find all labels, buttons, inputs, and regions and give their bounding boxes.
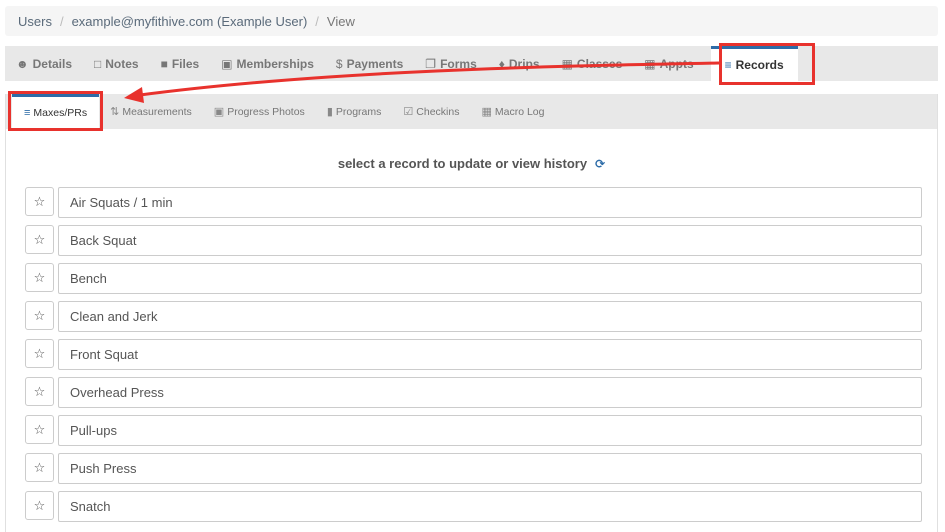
subtab-measurements[interactable]: ⇅ Measurements — [99, 94, 203, 129]
breadcrumb-current: View — [326, 13, 355, 29]
record-button[interactable]: Back Squat — [58, 225, 922, 256]
calendar-icon: ▦ — [481, 106, 492, 118]
subtab-maxes-prs[interactable]: ≡ Maxes/PRs — [12, 94, 100, 129]
tab-details[interactable]: ☻ Details — [5, 46, 83, 81]
breadcrumb-user[interactable]: example@myfithive.com (Example User) — [72, 14, 308, 29]
breadcrumb-separator: / — [59, 13, 64, 29]
list-item: ☆ Back Squat — [25, 225, 922, 256]
record-button[interactable]: Air Squats / 1 min — [58, 187, 922, 218]
star-icon: ☆ — [33, 193, 46, 209]
tab-notes[interactable]: □ Notes — [83, 46, 150, 81]
tab-payments[interactable]: $ Payments — [325, 46, 414, 81]
star-icon: ☆ — [33, 231, 46, 247]
tab-records[interactable]: ≡ Records — [710, 46, 798, 81]
star-button[interactable]: ☆ — [25, 301, 54, 330]
list-item: ☆ Overhead Press — [25, 377, 922, 408]
drop-icon: ♦ — [498, 56, 505, 71]
record-button[interactable]: Snatch — [58, 491, 922, 522]
list-item: ☆ Bench — [25, 263, 922, 294]
refresh-icon[interactable]: ⟳ — [595, 157, 605, 171]
user-circle-icon: ☻ — [16, 56, 29, 71]
list-item: ☆ Pull-ups — [25, 415, 922, 446]
list-ol-icon: ≡ — [724, 58, 732, 72]
record-button[interactable]: Clean and Jerk — [58, 301, 922, 332]
record-button[interactable]: Push Press — [58, 453, 922, 484]
star-button[interactable]: ☆ — [25, 415, 54, 444]
star-button[interactable]: ☆ — [25, 339, 54, 368]
calendar-icon: ▦ — [644, 56, 656, 71]
tab-drips[interactable]: ♦ Drips — [488, 46, 551, 81]
record-button[interactable]: Front Squat — [58, 339, 922, 370]
tab-memberships[interactable]: ▣ Memberships — [210, 46, 325, 81]
record-button[interactable]: Overhead Press — [58, 377, 922, 408]
main-tabs: ☻ Details □ Notes ■ Files ▣ Memberships $ Pay… — [5, 46, 938, 81]
sub-tabs: ≡ Maxes/PRs ⇅ Measurements ▣ Progress Photo… — [6, 94, 937, 129]
folder-icon: ■ — [160, 56, 168, 71]
subtab-programs[interactable]: ▮ Programs — [316, 94, 393, 129]
tab-appts[interactable]: ▦ Appts — [633, 46, 704, 81]
list-item: ☆ Front Squat — [25, 339, 922, 370]
subtab-macro-log[interactable]: ▦ Macro Log — [470, 94, 555, 129]
star-button[interactable]: ☆ — [25, 263, 54, 292]
star-icon: ☆ — [33, 345, 46, 361]
note-icon: □ — [94, 56, 102, 71]
subtab-checkins[interactable]: ☑ Checkins — [392, 94, 470, 129]
star-button[interactable]: ☆ — [25, 187, 54, 216]
id-card-icon: ▣ — [221, 56, 233, 71]
list-ol-icon: ≡ — [24, 107, 31, 119]
record-button[interactable]: Pull-ups — [58, 415, 922, 446]
image-icon: ▣ — [213, 106, 225, 118]
breadcrumb: Users / example@myfithive.com (Example U… — [5, 6, 938, 36]
records-list: ☆ Air Squats / 1 min ☆ Back Squat ☆ Benc… — [25, 187, 922, 529]
star-icon: ☆ — [33, 307, 46, 323]
star-button[interactable]: ☆ — [25, 377, 54, 406]
star-icon: ☆ — [33, 383, 46, 399]
tab-forms[interactable]: ❐ Forms — [414, 46, 487, 81]
dollar-icon: $ — [335, 56, 343, 71]
records-panel: ≡ Maxes/PRs ⇅ Measurements ▣ Progress Photo… — [5, 94, 938, 532]
list-item: ☆ Push Press — [25, 453, 922, 484]
star-icon: ☆ — [33, 459, 46, 475]
calendar-check-icon: ☑ — [403, 106, 414, 118]
breadcrumb-users[interactable]: Users — [18, 14, 52, 29]
list-item: ☆ Air Squats / 1 min — [25, 187, 922, 218]
list-item: ☆ Clean and Jerk — [25, 301, 922, 332]
record-button[interactable]: Bench — [58, 263, 922, 294]
sort-numeric-icon: ⇅ — [110, 106, 120, 118]
book-icon: ▮ — [326, 106, 333, 118]
subtab-progress-photos[interactable]: ▣ Progress Photos — [203, 94, 316, 129]
records-prompt: select a record to update or view histor… — [337, 156, 606, 171]
star-icon: ☆ — [33, 269, 46, 285]
star-button[interactable]: ☆ — [25, 453, 54, 482]
star-icon: ☆ — [33, 497, 46, 513]
star-button[interactable]: ☆ — [25, 225, 54, 254]
tab-classes[interactable]: ▦ Classes — [551, 46, 634, 81]
breadcrumb-separator: / — [315, 13, 319, 29]
list-item: ☆ Snatch — [25, 491, 922, 522]
star-button[interactable]: ☆ — [25, 491, 54, 520]
tab-files[interactable]: ■ Files — [150, 46, 211, 81]
calendar-icon: ▦ — [561, 56, 573, 71]
star-icon: ☆ — [33, 421, 46, 437]
copy-icon: ❐ — [425, 56, 437, 71]
